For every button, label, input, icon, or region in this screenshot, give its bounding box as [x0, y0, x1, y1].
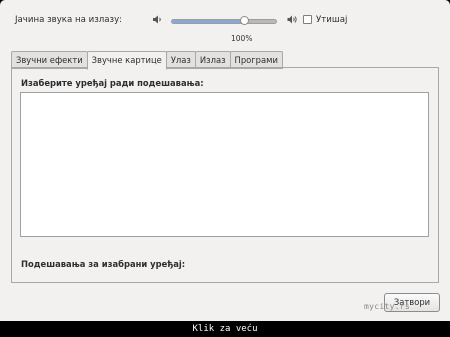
watermark: mycity.rs — [364, 302, 411, 311]
tab-bar: Звучни ефекти Звучне картице Улаз Излаз … — [11, 51, 283, 70]
tab-hardware[interactable]: Звучне картице — [86, 51, 167, 70]
volume-slider[interactable] — [171, 16, 277, 25]
sound-preferences-window: Јачина звука на излазу: 100% Утишај Звуч… — [0, 0, 450, 321]
click-to-enlarge-link[interactable]: Klik za veću — [0, 324, 450, 334]
volume-slider-fill — [172, 20, 244, 23]
mute-checkbox[interactable] — [303, 15, 312, 24]
output-volume-label: Јачина звука на излазу: — [15, 15, 123, 25]
footer-bar: Klik za veću — [0, 321, 450, 337]
volume-slider-handle[interactable] — [239, 16, 249, 25]
choose-device-label: Изаберите уређај ради подешавања: — [21, 78, 204, 88]
speaker-high-icon — [287, 15, 297, 24]
mute-label[interactable]: Утишај — [316, 15, 347, 25]
device-settings-label: Подешавања за изабрани уређај: — [21, 259, 186, 269]
device-list[interactable] — [20, 92, 429, 237]
volume-percent: 100% — [231, 34, 253, 43]
speaker-low-icon — [153, 15, 161, 24]
